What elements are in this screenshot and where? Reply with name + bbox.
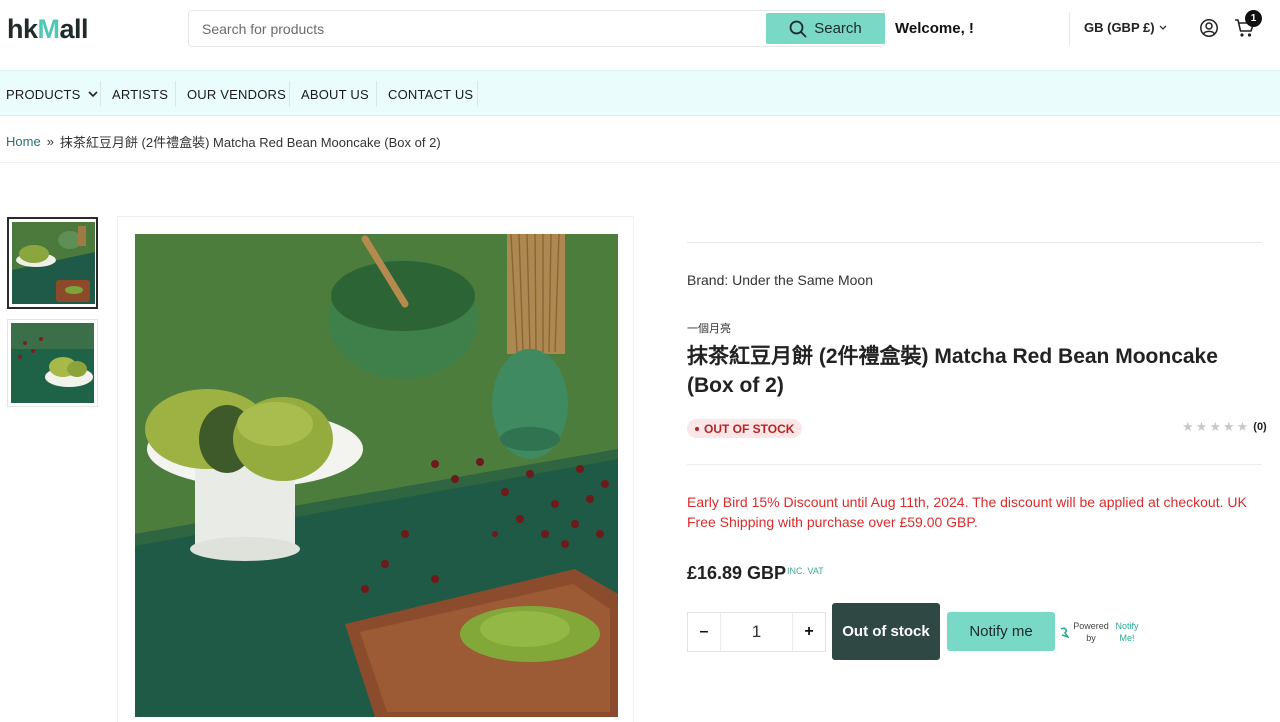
nav-item-label: ABOUT US bbox=[301, 86, 369, 102]
breadcrumb-home-link[interactable]: Home bbox=[6, 134, 41, 149]
site-header: hkMall Search Welcome, ! GB (GBP £) 1 bbox=[0, 0, 1280, 70]
star-icon: ★ bbox=[1182, 419, 1194, 434]
quantity-input[interactable] bbox=[720, 613, 793, 651]
breadcrumb-divider bbox=[0, 162, 1280, 163]
product-brand: Brand: Under the Same Moon bbox=[687, 272, 873, 288]
nav-item-products[interactable]: PRODUCTS bbox=[6, 80, 98, 108]
product-rating[interactable]: ★ ★ ★ ★ ★ (0) bbox=[1182, 420, 1267, 433]
stock-status-badge: OUT OF STOCK bbox=[687, 419, 803, 438]
notify-me-button[interactable]: Notify me bbox=[947, 612, 1055, 651]
powered-by-notify-me[interactable]: Powered by Notify Me! bbox=[1060, 620, 1141, 644]
header-divider bbox=[1069, 12, 1070, 46]
nav-separator bbox=[175, 81, 176, 107]
welcome-text: Welcome, ! bbox=[895, 20, 974, 37]
info-divider-top bbox=[687, 242, 1262, 243]
out-of-stock-label: Out of stock bbox=[842, 623, 930, 640]
info-divider-mid bbox=[687, 464, 1262, 465]
thumbnail-1[interactable] bbox=[7, 217, 98, 309]
search-button[interactable]: Search bbox=[766, 13, 885, 44]
nav-item-label: OUR VENDORS bbox=[187, 86, 286, 102]
search-icon bbox=[789, 20, 807, 37]
star-icon: ★ bbox=[1236, 419, 1249, 434]
nav-item-our-vendors[interactable]: OUR VENDORS bbox=[187, 80, 286, 108]
nav-item-label: ARTISTS bbox=[112, 86, 169, 102]
nav-item-about-us[interactable]: ABOUT US bbox=[301, 80, 369, 108]
status-dot-icon bbox=[695, 426, 699, 431]
chevron-down-icon bbox=[1159, 25, 1167, 30]
out-of-stock-button[interactable]: Out of stock bbox=[832, 603, 940, 660]
nav-separator bbox=[289, 81, 290, 107]
thumbnail-image bbox=[12, 222, 95, 304]
search-button-label: Search bbox=[814, 20, 862, 37]
cart-count-badge: 1 bbox=[1245, 10, 1262, 27]
search-input[interactable] bbox=[189, 11, 766, 46]
quantity-stepper: – + bbox=[687, 612, 826, 652]
star-icon: ★ bbox=[1222, 419, 1235, 434]
account-icon[interactable] bbox=[1199, 18, 1219, 38]
breadcrumb-current: 抹茶紅豆月餅 (2件禮盒裝) Matcha Red Bean Mooncake … bbox=[59, 135, 441, 150]
notify-me-brand: Notify Me! bbox=[1115, 621, 1139, 643]
powered-by-label: Powered by bbox=[1073, 621, 1109, 643]
nav-item-artists[interactable]: ARTISTS bbox=[112, 80, 168, 108]
main-navigation: PRODUCTS ARTISTS OUR VENDORS ABOUT US CO… bbox=[0, 70, 1280, 116]
review-count: (0) bbox=[1253, 420, 1267, 433]
vat-note: INC. VAT bbox=[787, 566, 824, 576]
product-price: £16.89 GBP bbox=[687, 563, 787, 583]
quantity-increase-button[interactable]: + bbox=[793, 613, 825, 651]
product-vendor: 一個月亮 bbox=[687, 323, 731, 335]
nav-separator bbox=[376, 81, 377, 107]
star-icon: ★ bbox=[1209, 419, 1221, 434]
quantity-decrease-button[interactable]: – bbox=[688, 613, 720, 651]
star-icon: ★ bbox=[1195, 419, 1208, 434]
breadcrumb: Home » 抹茶紅豆月餅 (2件禮盒裝) Matcha Red Bean Mo… bbox=[6, 132, 441, 151]
nav-item-contact-us[interactable]: CONTACT US bbox=[388, 80, 473, 108]
chevron-down-icon bbox=[87, 90, 98, 97]
nav-item-label: CONTACT US bbox=[388, 86, 474, 102]
nav-item-label: PRODUCTS bbox=[6, 86, 81, 102]
breadcrumb-separator: » bbox=[46, 134, 54, 149]
nav-separator bbox=[100, 81, 101, 107]
notify-me-label: Notify me bbox=[969, 623, 1033, 640]
thumbnail-image bbox=[11, 323, 94, 403]
promo-message: Early Bird 15% Discount until Aug 11th, … bbox=[687, 494, 1247, 530]
main-product-image-frame bbox=[117, 216, 634, 722]
nav-separator bbox=[477, 81, 478, 107]
product-title: 抹茶紅豆月餅 (2件禮盒裝) Matcha Red Bean Mooncake … bbox=[687, 345, 1218, 397]
stock-status-label: OUT OF STOCK bbox=[704, 421, 795, 436]
currency-label: GB (GBP £) bbox=[1084, 20, 1155, 35]
notify-logo-icon bbox=[1060, 627, 1069, 638]
thumbnail-2[interactable] bbox=[7, 319, 98, 407]
search-bar: Search bbox=[188, 10, 885, 47]
currency-selector[interactable]: GB (GBP £) bbox=[1084, 20, 1167, 35]
site-logo[interactable]: hkMall bbox=[7, 14, 89, 45]
main-product-image[interactable] bbox=[135, 234, 618, 717]
